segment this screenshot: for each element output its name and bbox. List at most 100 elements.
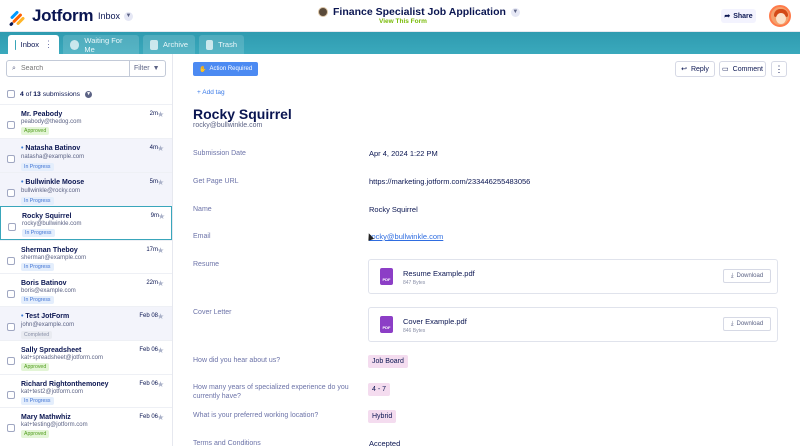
file-name: Resume Example.pdf	[403, 269, 475, 278]
search-box: ⌕ Filter ▼	[6, 60, 166, 77]
cover-letter-file-card[interactable]: PDF Cover Example.pdf 846 Bytes ⤓ Downlo…	[368, 307, 778, 342]
more-vertical-icon[interactable]: ⋮	[44, 39, 53, 50]
inbox-dropdown-label: Inbox	[98, 11, 121, 21]
submission-email: sherman@example.com	[21, 255, 87, 261]
download-button[interactable]: ⤓ Download	[723, 269, 771, 283]
row-checkbox[interactable]	[7, 155, 15, 163]
field-label-years-experience: How many years of specialized experience…	[193, 384, 349, 400]
inbox-dropdown[interactable]: Inbox ▼	[98, 11, 134, 21]
submission-name: Mr. Peabody	[21, 111, 63, 118]
download-label: Download	[736, 321, 764, 327]
row-checkbox[interactable]	[7, 323, 15, 331]
submission-row[interactable]: • Natasha Batinov natasha@example.com In P…	[0, 138, 172, 172]
tab-label: Trash	[218, 40, 237, 49]
row-checkbox[interactable]	[7, 424, 15, 432]
submission-row[interactable]: Sally Spreadsheet kat+spreadsheet@jotform…	[0, 340, 172, 374]
submission-email: rocky@bullwinkle.com	[22, 221, 82, 227]
file-name: Cover Example.pdf	[403, 317, 467, 326]
resume-file-card[interactable]: PDF Resume Example.pdf 847 Bytes ⤓ Downl…	[368, 259, 778, 294]
row-checkbox[interactable]	[7, 290, 15, 298]
submission-name: Richard Rightonthemoney	[21, 381, 109, 388]
row-checkbox[interactable]	[7, 189, 15, 197]
jotform-logo-icon	[8, 7, 28, 27]
row-checkbox[interactable]	[7, 357, 15, 365]
action-required-button[interactable]: ✋ Action Required	[193, 62, 259, 76]
download-button[interactable]: ⤓ Download	[723, 317, 771, 331]
filter-label: Filter	[134, 65, 150, 72]
tab-trash[interactable]: Trash	[199, 35, 244, 54]
submission-row[interactable]: Richard Rightonthemoney kat+test2@jotform…	[0, 374, 172, 407]
star-icon[interactable]: ★	[157, 178, 164, 187]
add-tag-button[interactable]: + Add tag	[197, 89, 225, 96]
tab-label: Waiting For Me	[84, 35, 123, 54]
star-icon[interactable]: ★	[157, 413, 164, 422]
submission-count: 4 of 13 submissions ▼	[7, 90, 93, 98]
share-label: Share	[733, 12, 753, 20]
submission-row[interactable]: Rocky Squirrel rocky@bullwinkle.com In Pro…	[0, 206, 172, 240]
star-icon[interactable]: ★	[157, 246, 164, 255]
submission-row[interactable]: Boris Batinov boris@example.com In Progres…	[0, 273, 172, 306]
submission-email: peabody@thedog.com	[21, 119, 82, 125]
submission-time: Feb 06	[139, 414, 158, 420]
action-required-label: Action Required	[209, 66, 253, 72]
submission-name: • Bullwinkle Moose	[21, 179, 85, 186]
star-icon[interactable]: ★	[158, 212, 165, 221]
more-options-button[interactable]: ⋮	[771, 61, 787, 77]
submission-email: natasha@example.com	[21, 154, 85, 160]
field-value-terms: Accepted	[369, 439, 401, 448]
form-title: Finance Specialist Job Application	[333, 6, 506, 18]
star-icon[interactable]: ★	[157, 380, 164, 389]
tab-waiting-for-me[interactable]: Waiting For Me	[63, 35, 139, 54]
count-text: 4 of 13 submissions	[20, 90, 81, 98]
status-badge: In Progress	[21, 397, 54, 405]
submission-row[interactable]: • Bullwinkle Moose bullwinkle@rocky.com In…	[0, 172, 172, 206]
submission-detail: ✋ Action Required ↩ Reply ▭ Comment ⋮ + …	[174, 54, 800, 448]
file-size: 847 Bytes	[403, 280, 426, 286]
reply-button[interactable]: ↩ Reply	[675, 61, 715, 77]
select-all-checkbox[interactable]	[7, 90, 15, 98]
submission-email: kat+test2@jotform.com	[21, 389, 83, 395]
submission-name: • Natasha Batinov	[21, 145, 81, 152]
form-selector[interactable]: Finance Specialist Job Application ▼	[318, 6, 520, 18]
field-value-hear-about: Job Board	[368, 355, 408, 368]
field-value-email-link[interactable]: rocky@bullwinkle.com	[369, 232, 443, 241]
view-form-link[interactable]: View This Form	[379, 18, 427, 25]
star-icon[interactable]: ★	[157, 110, 164, 119]
submission-row[interactable]: Mary Mathwhiz kat+testing@jotform.com Appr…	[0, 407, 172, 441]
row-checkbox[interactable]	[7, 391, 15, 399]
status-badge: In Progress	[21, 263, 54, 271]
tab-archive[interactable]: Archive	[143, 35, 195, 54]
field-label-page-url: Get Page URL	[193, 178, 239, 185]
status-badge: In Progress	[21, 197, 54, 205]
jotform-logo[interactable]: Jotform	[8, 6, 93, 27]
star-icon[interactable]: ★	[157, 346, 164, 355]
submission-row[interactable]: • Test JotForm john@example.com Completed F…	[0, 306, 172, 340]
submission-email: kat+testing@jotform.com	[21, 422, 88, 428]
tab-label: Inbox	[20, 40, 39, 49]
status-badge: In Progress	[21, 296, 54, 304]
submission-row[interactable]: Mr. Peabody peabody@thedog.com Approved 2m ★	[0, 104, 172, 138]
submission-row[interactable]: Sherman Theboy sherman@example.com In Prog…	[0, 240, 172, 273]
star-icon[interactable]: ★	[157, 279, 164, 288]
comment-button[interactable]: ▭ Comment	[719, 61, 766, 77]
submission-name: Rocky Squirrel	[22, 213, 72, 220]
download-label: Download	[736, 273, 764, 279]
star-icon[interactable]: ★	[157, 312, 164, 321]
search-input[interactable]	[21, 65, 129, 72]
filter-button[interactable]: Filter ▼	[129, 61, 164, 76]
star-icon[interactable]: ★	[157, 144, 164, 153]
row-checkbox[interactable]	[7, 121, 15, 129]
row-checkbox[interactable]	[7, 257, 15, 265]
chevron-down-icon[interactable]: ▼	[85, 90, 93, 98]
pdf-file-icon: PDF	[380, 316, 393, 333]
inbox-icon	[15, 39, 16, 50]
tab-inbox[interactable]: Inbox ⋮	[8, 35, 59, 54]
submitter-email: rocky@bullwinkle.com	[193, 122, 263, 129]
share-button[interactable]: ➦ Share	[721, 9, 756, 23]
download-icon: ⤓	[730, 272, 734, 279]
field-label-hear-about: How did you hear about us?	[193, 357, 281, 364]
submission-time: Feb 06	[139, 381, 158, 387]
field-label-cover-letter: Cover Letter	[193, 309, 232, 316]
user-avatar[interactable]	[769, 5, 791, 27]
row-checkbox[interactable]	[8, 223, 16, 231]
